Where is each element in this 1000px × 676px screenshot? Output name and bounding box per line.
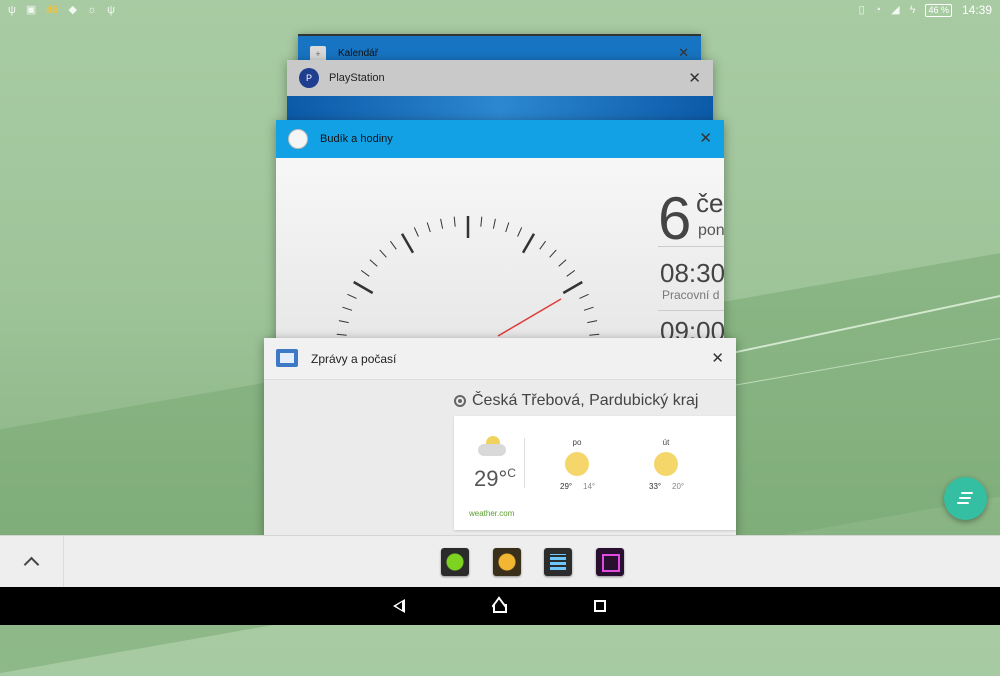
clock-tick — [558, 259, 567, 267]
clock-tick — [347, 293, 357, 299]
clock-tick — [566, 269, 576, 277]
clock-tick — [549, 249, 557, 258]
card-header: P PlayStation ✕ — [287, 60, 713, 96]
date-day: 6 — [658, 185, 692, 252]
clock-tick — [517, 227, 523, 237]
forecast-high: 29° — [560, 482, 573, 491]
current-temperature: 29°C — [474, 466, 516, 491]
card-title: PlayStation — [329, 72, 385, 84]
back-icon[interactable] — [393, 599, 405, 613]
clock-tick — [360, 269, 370, 277]
forecast-low: 14° — [583, 482, 596, 491]
card-header: Zprávy a počasí ✕ — [264, 338, 736, 380]
clock-tick — [539, 240, 547, 250]
clock-tick — [336, 333, 347, 336]
usb-icon: ψ — [8, 4, 16, 16]
status-clock: 14:39 — [961, 3, 992, 17]
divider — [524, 438, 525, 488]
recent-card-playstation[interactable]: P PlayStation ✕ — [287, 60, 713, 122]
card-title: Budík a hodiny — [320, 133, 393, 145]
clock-tick — [562, 280, 583, 295]
clock-tick — [426, 222, 431, 233]
charging-icon: ϟ — [909, 4, 916, 16]
close-icon[interactable]: ✕ — [688, 71, 701, 86]
second-hand — [497, 298, 562, 337]
partly-cloudy-icon — [478, 436, 506, 456]
clock-tick — [353, 280, 374, 295]
usb-settings-icon: ψ — [107, 4, 115, 16]
app-preview — [287, 96, 713, 122]
clock-tick — [400, 233, 415, 254]
clock-tick — [338, 320, 349, 324]
recents-icon[interactable] — [594, 600, 606, 612]
clock-tick — [587, 320, 598, 324]
clock-tick — [440, 218, 444, 229]
expand-button[interactable] — [0, 536, 64, 588]
status-bar: ψ ▣ 46 ◆ ☼ ψ ▯ ◔ ◢ ϟ 46 % 14:39 — [0, 0, 1000, 22]
clock-tick — [492, 218, 496, 229]
clock-tick — [413, 227, 419, 237]
forecast-low: 20° — [672, 482, 685, 491]
location-row: Česká Třebová, Pardubický kraj — [454, 392, 698, 410]
clock-tick — [480, 216, 483, 227]
image-icon: ▣ — [25, 4, 37, 16]
clock-tick — [583, 306, 594, 311]
card-title: Zprávy a počasí — [311, 352, 397, 366]
clock-tick — [379, 249, 387, 258]
forecast-day: út — [662, 438, 670, 447]
bulb-icon: ☼ — [86, 4, 98, 16]
card-header: Budík a hodiny ✕ — [276, 120, 724, 158]
arrows-icon: ◆ — [68, 4, 77, 16]
playstation-app-icon: P — [299, 68, 319, 88]
forecast-day: po — [572, 438, 582, 447]
chevron-up-icon — [23, 556, 40, 573]
alarm-time: 08:30 — [660, 258, 724, 288]
sunny-icon — [565, 452, 589, 476]
signal-label: 46 — [46, 4, 59, 16]
forecast-high: 33° — [649, 482, 662, 491]
close-icon[interactable]: ✕ — [711, 351, 724, 366]
date-weekday: pon — [698, 222, 724, 239]
location-text: Česká Třebová, Pardubický kraj — [472, 392, 699, 409]
sd-card-icon: ▯ — [858, 4, 865, 16]
divider — [658, 310, 724, 311]
small-apps-bar — [0, 535, 1000, 588]
recent-card-news-weather[interactable]: Zprávy a počasí ✕ Česká Třebová, Pardubi… — [264, 338, 736, 538]
divider — [658, 246, 724, 247]
news-app-icon — [276, 349, 298, 367]
navigation-bar — [0, 587, 1000, 625]
card-title: Kalendář — [338, 48, 379, 59]
clock-tick — [589, 333, 600, 336]
close-icon[interactable]: ✕ — [678, 46, 689, 59]
weather-panel: 29°C po 29° 14° út 33° 20° weather.com — [454, 416, 736, 530]
date-month: če — [696, 188, 724, 218]
wifi-icon: ◔ — [874, 4, 882, 16]
clock-tick — [505, 222, 510, 233]
alarm-label: Pracovní d — [662, 288, 720, 302]
clock-tick — [342, 306, 353, 311]
weather-source-link[interactable]: weather.com — [469, 509, 514, 518]
photo-editor-app-icon[interactable] — [596, 548, 624, 576]
maps-app-icon[interactable] — [441, 548, 469, 576]
clock-tick — [453, 216, 456, 227]
clock-tick — [521, 233, 536, 254]
clock-app-icon — [288, 129, 308, 149]
cell-signal-icon: ◢ — [891, 4, 900, 16]
sunny-icon — [654, 452, 678, 476]
list-icon — [961, 492, 973, 494]
clock-tick — [389, 240, 397, 250]
location-icon — [454, 395, 466, 407]
calculator-app-icon[interactable] — [544, 548, 572, 576]
battery-indicator: 46 % — [925, 3, 952, 17]
lifelog-app-icon[interactable] — [493, 548, 521, 576]
close-icon[interactable]: ✕ — [699, 131, 712, 146]
clock-tick — [369, 259, 378, 267]
clock-tick — [579, 293, 589, 299]
clear-all-button[interactable] — [944, 477, 987, 520]
